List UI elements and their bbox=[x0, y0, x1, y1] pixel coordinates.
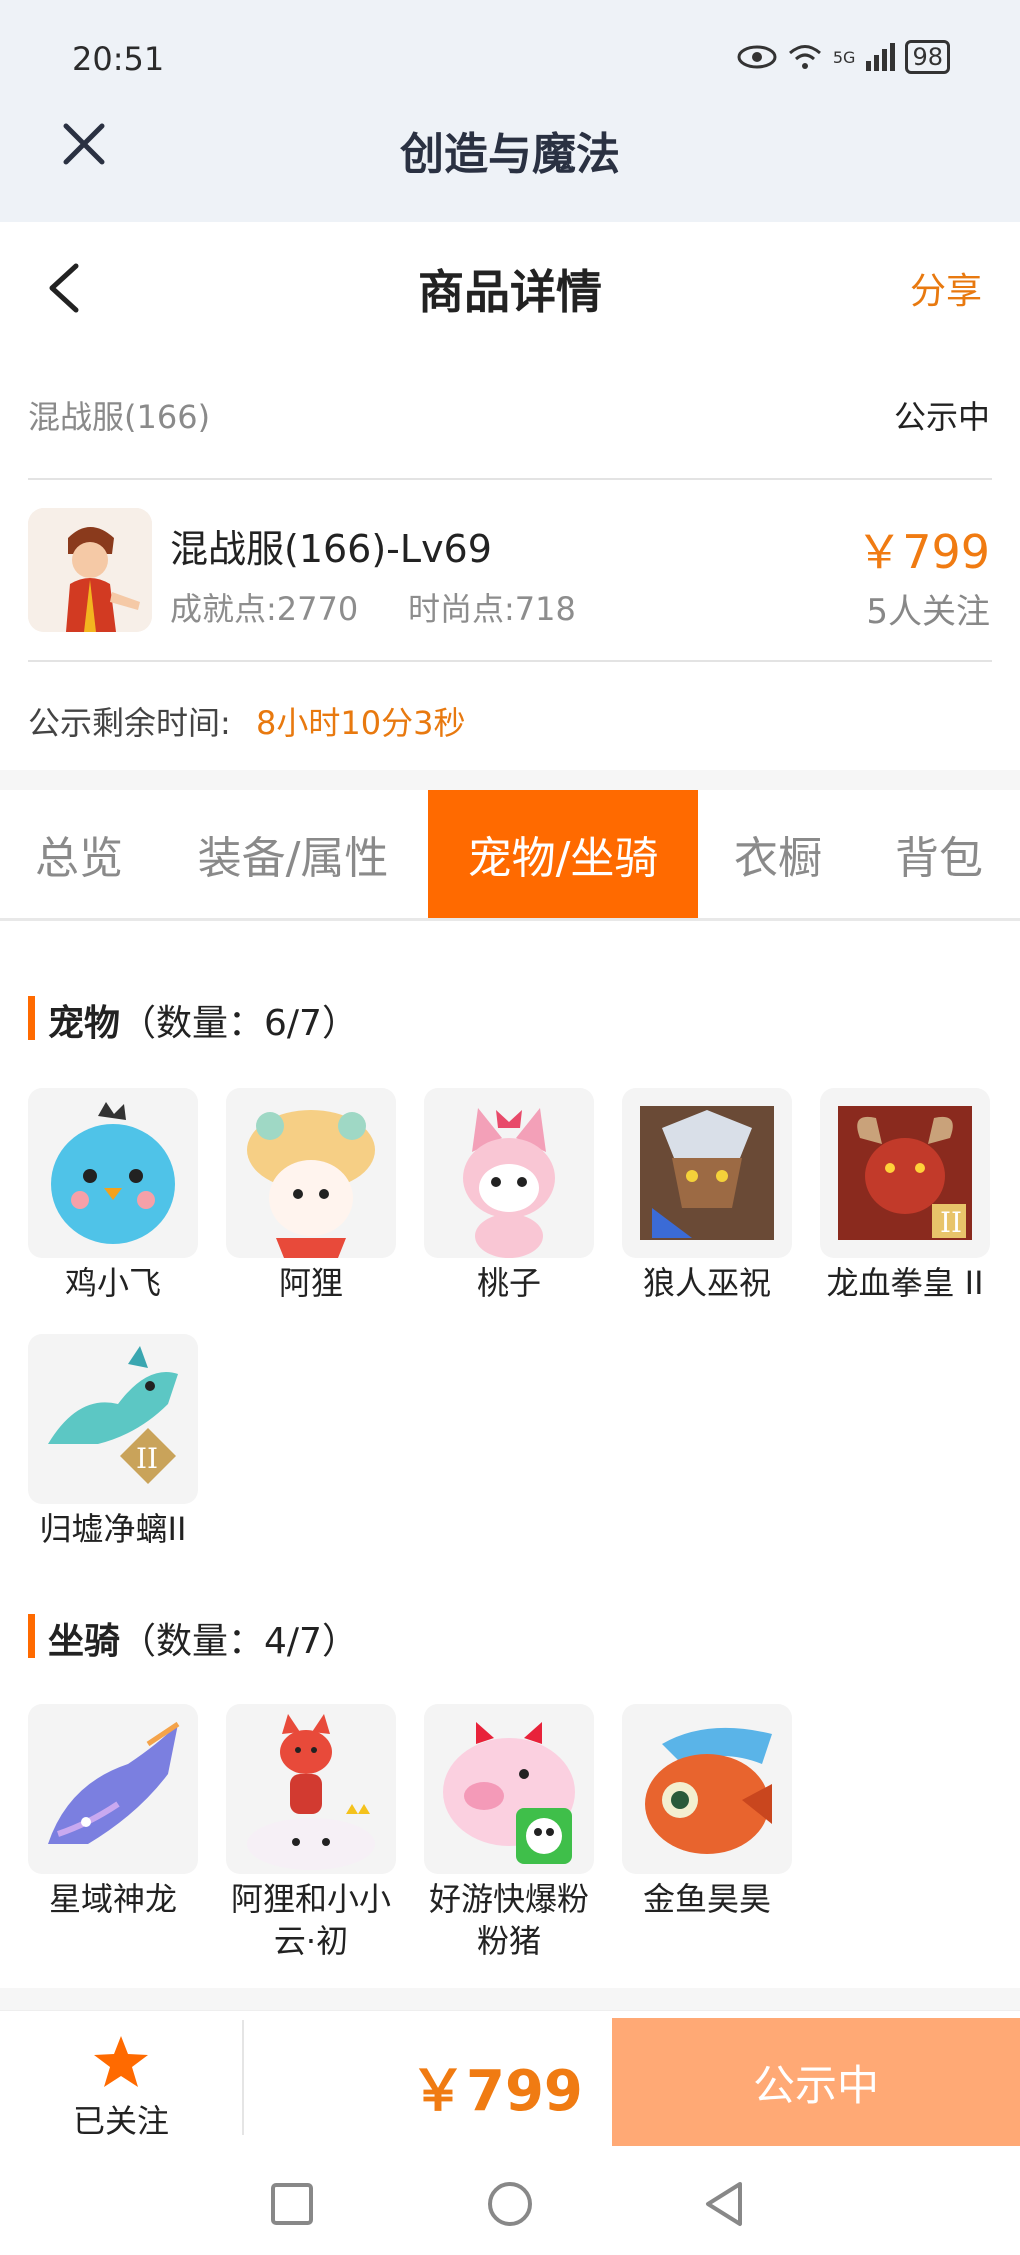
app-topbar bbox=[0, 0, 1020, 222]
pet-name: 鸡小飞 bbox=[64, 1264, 161, 1302]
mount-name: 好游快爆粉粉猪 bbox=[428, 1880, 589, 1960]
mount-card[interactable]: 金鱼昊昊 bbox=[622, 1704, 792, 1962]
pet-thumb bbox=[28, 1088, 198, 1258]
pets-count: （数量：6/7） bbox=[120, 1003, 358, 1044]
tab-overview[interactable]: 总览 bbox=[0, 790, 158, 918]
back-nav-icon[interactable] bbox=[702, 2180, 746, 2228]
tab-bar: 总览 装备/属性 宠物/坐骑 衣橱 背包 bbox=[0, 790, 1020, 921]
section-accent bbox=[28, 1614, 35, 1658]
pets-title: 宠物 bbox=[48, 1003, 121, 1044]
remaining-time-value: 8小时10分3秒 bbox=[256, 704, 466, 742]
server-status: 公示中 bbox=[893, 398, 990, 436]
mount-thumb bbox=[28, 1704, 198, 1874]
network-label: 5G bbox=[832, 47, 856, 67]
divider bbox=[242, 2020, 244, 2135]
pet-thumb bbox=[226, 1088, 396, 1258]
mount-card[interactable]: 阿狸和小小云·初 bbox=[226, 1704, 396, 1962]
divider bbox=[28, 660, 992, 662]
pet-name: 归墟净螭II bbox=[39, 1510, 187, 1548]
pet-card[interactable]: 狼人巫祝 bbox=[622, 1088, 792, 1304]
section-gap bbox=[0, 770, 1020, 790]
item-title: 混战服(166)-Lv69 bbox=[170, 527, 492, 571]
wifi-icon bbox=[788, 45, 821, 69]
mounts-count: （数量：4/7） bbox=[120, 1621, 358, 1662]
home-icon[interactable] bbox=[486, 2180, 534, 2228]
mount-card[interactable]: 好游快爆粉粉猪 bbox=[424, 1704, 594, 1962]
status-action-button[interactable]: 公示中 bbox=[612, 2018, 1020, 2146]
pet-card[interactable]: II 龙血拳皇 II bbox=[820, 1088, 990, 1304]
app-title: 创造与魔法 bbox=[400, 129, 620, 180]
status-time: 20:51 bbox=[72, 40, 165, 78]
mount-thumb bbox=[622, 1704, 792, 1874]
pet-name: 桃子 bbox=[476, 1264, 541, 1302]
pets-section-title: 宠物（数量：6/7） bbox=[48, 994, 358, 1046]
pet-card[interactable]: II 归墟净螭II bbox=[28, 1334, 198, 1550]
svg-text:II: II bbox=[136, 1442, 158, 1475]
section-accent bbox=[28, 996, 35, 1040]
remaining-time-label: 公示剩余时间: bbox=[28, 704, 231, 742]
pet-name: 阿狸 bbox=[278, 1264, 343, 1302]
mount-thumb bbox=[226, 1704, 396, 1874]
tab-pets-mounts[interactable]: 宠物/坐骑 bbox=[428, 790, 698, 918]
pet-thumb: II bbox=[820, 1088, 990, 1258]
pet-thumb: II bbox=[28, 1334, 198, 1504]
pet-card[interactable]: 阿狸 bbox=[226, 1088, 396, 1304]
svg-text:II: II bbox=[940, 1206, 962, 1239]
fashion-points: 时尚点:718 bbox=[408, 590, 576, 628]
pet-card[interactable]: 鸡小飞 bbox=[28, 1088, 198, 1304]
pet-name: 狼人巫祝 bbox=[642, 1264, 771, 1302]
divider bbox=[28, 478, 992, 480]
section-gap bbox=[0, 1988, 1020, 2010]
eye-icon bbox=[737, 45, 777, 69]
battery-icon: 98 bbox=[905, 40, 950, 74]
pet-card[interactable]: 桃子 bbox=[424, 1088, 594, 1304]
signal-icon bbox=[866, 43, 896, 71]
mounts-title: 坐骑 bbox=[48, 1621, 121, 1662]
recent-apps-icon[interactable] bbox=[270, 2182, 314, 2226]
server-name: 混战服(166) bbox=[28, 398, 211, 436]
mounts-section-title: 坐骑（数量：4/7） bbox=[48, 1612, 358, 1664]
pet-thumb bbox=[622, 1088, 792, 1258]
pet-thumb bbox=[424, 1088, 594, 1258]
tab-bag[interactable]: 背包 bbox=[858, 790, 1020, 918]
follow-button[interactable]: 已关注 bbox=[0, 2010, 242, 2145]
pet-name: 龙血拳皇 II bbox=[826, 1264, 984, 1302]
bottom-price: ￥799 bbox=[410, 2059, 583, 2124]
follower-count: 5人关注 bbox=[866, 592, 990, 632]
page-title: 商品详情 bbox=[418, 265, 602, 319]
item-price: ￥799 bbox=[856, 525, 990, 579]
mount-name: 星域神龙 bbox=[48, 1880, 177, 1918]
mounts-grid: 星域神龙 阿狸和小小云·初 好游快爆粉粉猪 金鱼昊昊 bbox=[28, 1704, 1018, 1962]
mount-name: 阿狸和小小云·初 bbox=[230, 1880, 391, 1960]
tab-equipment[interactable]: 装备/属性 bbox=[158, 790, 428, 918]
mount-thumb bbox=[424, 1704, 594, 1874]
mount-name: 金鱼昊昊 bbox=[642, 1880, 771, 1918]
tab-wardrobe[interactable]: 衣橱 bbox=[698, 790, 858, 918]
status-icons: 5G 98 bbox=[737, 40, 950, 74]
pets-grid: 鸡小飞 阿狸 桃子 狼人巫祝 II 龙血拳皇 II II 归墟净螭II bbox=[28, 1088, 1018, 1550]
mount-card[interactable]: 星域神龙 bbox=[28, 1704, 198, 1962]
share-button[interactable]: 分享 bbox=[910, 262, 982, 314]
follow-label: 已关注 bbox=[72, 2102, 169, 2140]
star-icon bbox=[94, 2036, 148, 2087]
achievement-points: 成就点:2770 bbox=[170, 590, 359, 628]
system-nav-bar bbox=[0, 2150, 1020, 2255]
character-avatar bbox=[28, 508, 152, 632]
